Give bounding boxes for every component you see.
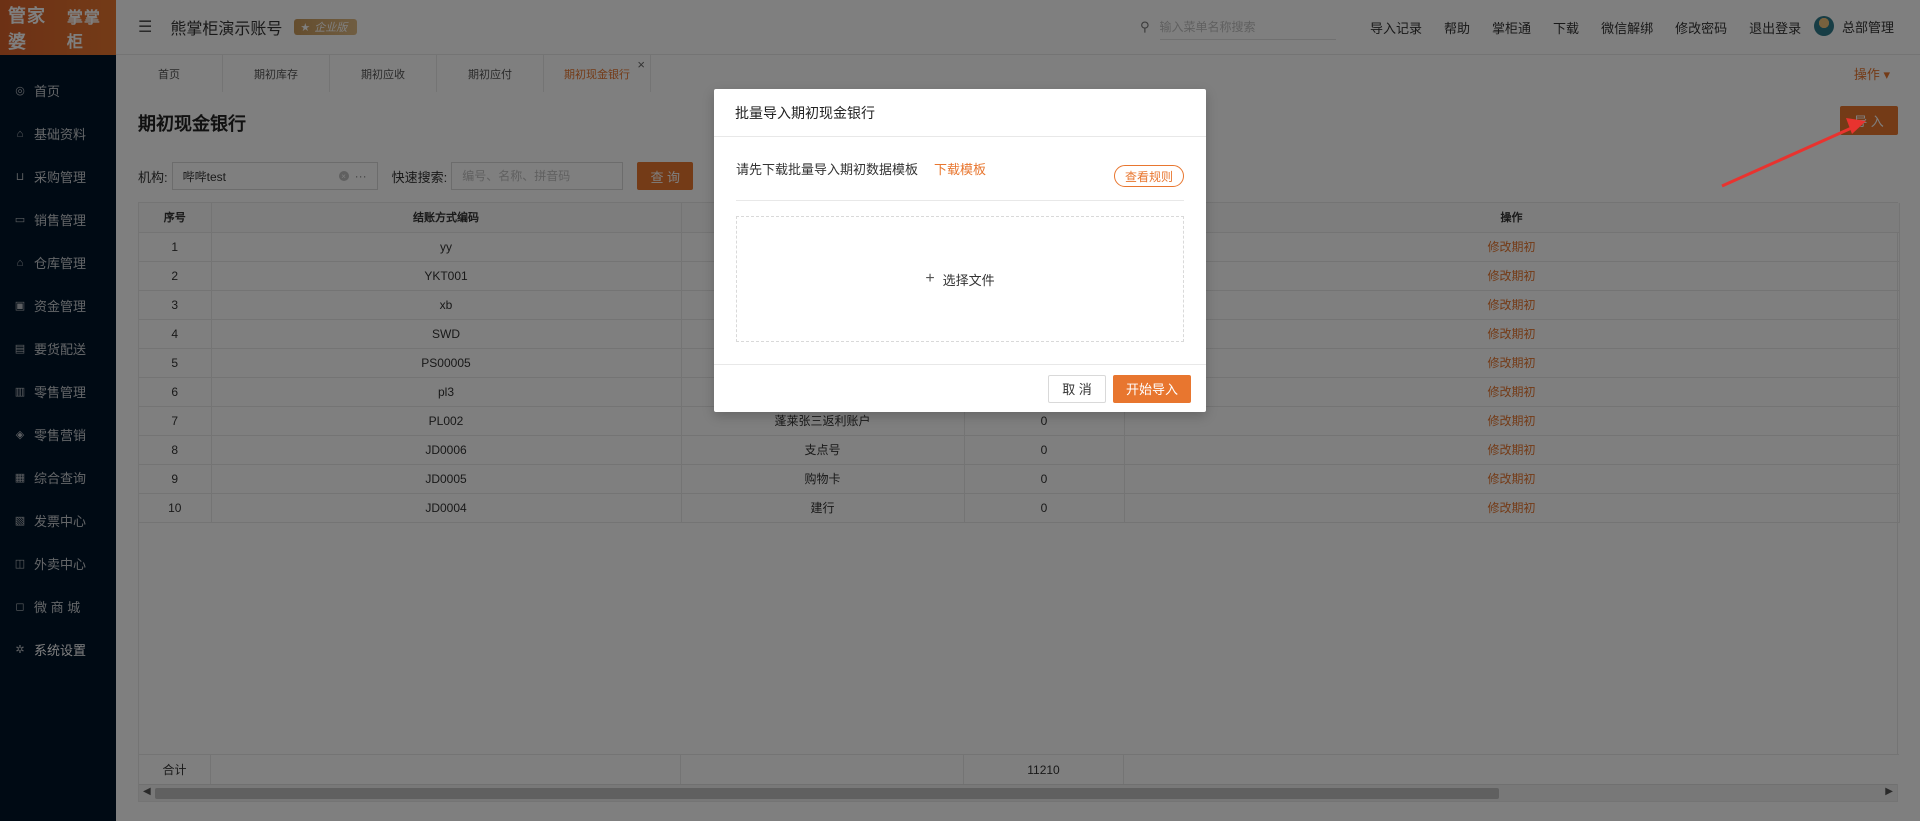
file-upload-area[interactable]: + 选择文件 [736, 216, 1184, 342]
download-template-link[interactable]: 下载模板 [934, 159, 986, 178]
view-rules-button[interactable]: 查看规则 [1113, 165, 1184, 187]
dialog-footer: 取 消 开始导入 [714, 364, 1206, 412]
plus-icon: + [925, 270, 935, 287]
cancel-button[interactable]: 取 消 [1048, 374, 1106, 403]
batch-import-dialog: 批量导入期初现金银行 请先下载批量导入期初数据模板 下载模板 查看规则 + 选择… [714, 89, 1206, 412]
start-import-button[interactable]: 开始导入 [1113, 374, 1191, 403]
choose-file-label: 选择文件 [942, 272, 995, 288]
template-row: 请先下载批量导入期初数据模板 下载模板 查看规则 [736, 137, 1184, 201]
dialog-title: 批量导入期初现金银行 [714, 89, 1206, 137]
template-hint: 请先下载批量导入期初数据模板 [736, 162, 919, 177]
dialog-body: 请先下载批量导入期初数据模板 下载模板 查看规则 + 选择文件 [714, 137, 1206, 342]
